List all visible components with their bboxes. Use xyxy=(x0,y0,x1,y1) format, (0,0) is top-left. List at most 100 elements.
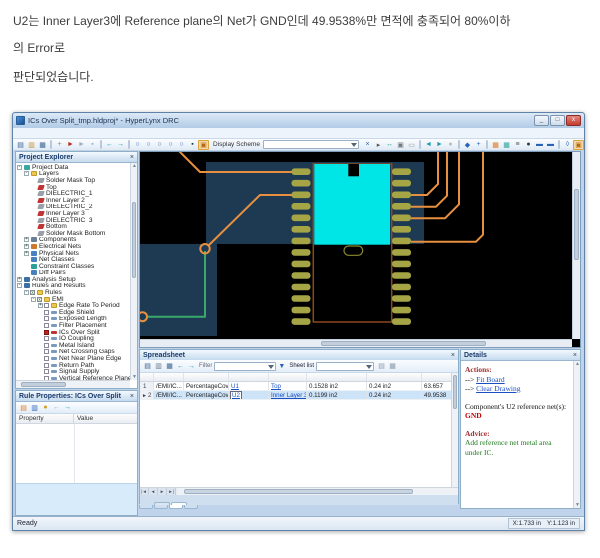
grid-horizontal-scrollbar[interactable] xyxy=(178,488,458,495)
tree-item[interactable]: Inner Layer 3 xyxy=(16,210,130,217)
tree-item[interactable]: Analysis Setup xyxy=(16,276,130,283)
tree-item[interactable]: Metal Island xyxy=(16,342,130,349)
tree-item[interactable]: Rules xyxy=(16,289,130,296)
grid-column-header[interactable] xyxy=(422,373,453,381)
export-icon[interactable]: ▤ xyxy=(142,361,153,371)
grid-column-header[interactable] xyxy=(184,373,229,381)
rp-icon-2[interactable]: ▥ xyxy=(29,403,40,413)
grid-column-header[interactable] xyxy=(269,373,307,381)
forward-icon[interactable]: → xyxy=(115,140,126,150)
display-scheme-combo[interactable] xyxy=(263,140,359,149)
view2-icon[interactable]: ▬ xyxy=(545,140,556,150)
pcb-layout-view[interactable] xyxy=(139,151,581,348)
tree-item[interactable]: Electrical Nets xyxy=(16,243,130,250)
nav-icon[interactable]: ◊ xyxy=(562,140,573,150)
toolbar-icon[interactable] xyxy=(458,140,460,149)
scroll-up-icon[interactable]: ▲ xyxy=(131,163,138,169)
zoom-in-icon[interactable]: ○ xyxy=(132,140,143,150)
rp-icon-1[interactable]: ▤ xyxy=(18,403,29,413)
close-icon[interactable]: × xyxy=(130,393,134,400)
tree-item[interactable]: IO Coupling xyxy=(16,335,130,342)
tree-item[interactable]: Net Crossing Gaps xyxy=(16,349,130,356)
add-icon[interactable]: + xyxy=(473,140,484,150)
expander-icon[interactable] xyxy=(17,277,22,282)
tree-item[interactable]: Net Near Plane Edge xyxy=(16,355,130,362)
tree-item[interactable]: Exposed Length xyxy=(16,316,130,323)
zoom-previous-icon[interactable]: ○ xyxy=(176,140,187,150)
rule-checkbox[interactable] xyxy=(44,336,49,341)
/EMI/IC...[interactable]: 1 /EMI/IC... PercentageCovera... U1 Top … xyxy=(140,382,458,391)
tree-item[interactable]: Edge Rate To Period xyxy=(16,302,130,309)
probe-right-icon[interactable]: ► xyxy=(434,140,445,150)
measure-icon[interactable]: ● xyxy=(445,140,456,150)
tree-item[interactable]: Solder Mask Bottom xyxy=(16,230,130,237)
tree-item[interactable]: Edge Shield xyxy=(16,309,130,316)
run-icon[interactable]: ► xyxy=(65,140,76,150)
rp-forward-icon[interactable]: → xyxy=(62,403,73,413)
probe-left-icon[interactable]: ◄ xyxy=(423,140,434,150)
tree-item[interactable]: DIELECTRIC_3 xyxy=(16,217,130,224)
rule-checkbox[interactable] xyxy=(44,356,49,361)
pcb-horizontal-scrollbar[interactable] xyxy=(140,339,572,347)
rule-checkbox[interactable] xyxy=(44,349,49,354)
pan-icon[interactable]: ↔ xyxy=(384,140,395,150)
new-file-icon[interactable]: ▤ xyxy=(15,140,26,150)
print-icon[interactable]: ▥ xyxy=(153,361,164,371)
expander-icon[interactable] xyxy=(17,165,22,170)
maximize-button[interactable]: □ xyxy=(550,115,565,126)
rule-checkbox[interactable] xyxy=(44,343,49,348)
back-icon[interactable]: ← xyxy=(104,140,115,150)
rp-back-icon[interactable]: ← xyxy=(51,403,62,413)
layer-link[interactable]: Inner Layer 3 xyxy=(271,392,307,399)
tree-horizontal-scrollbar[interactable] xyxy=(16,380,130,388)
first-sheet-button[interactable]: |◄ xyxy=(140,488,149,495)
tree-item[interactable]: Return Path xyxy=(16,362,130,369)
layer-link[interactable]: Top xyxy=(271,383,281,390)
toolbar-icon[interactable] xyxy=(558,140,560,149)
close-icon[interactable]: × xyxy=(451,352,455,359)
pcb-vertical-scrollbar[interactable] xyxy=(572,152,580,339)
fit-view-icon[interactable]: × xyxy=(362,140,373,150)
tree-item[interactable]: Constraint Classes xyxy=(16,263,130,270)
rule-checkbox[interactable] xyxy=(44,323,49,328)
expander-icon[interactable] xyxy=(24,244,29,249)
grid-column-header[interactable] xyxy=(307,373,367,381)
tool-icon[interactable]: + xyxy=(54,140,65,150)
back-icon[interactable]: ← xyxy=(175,361,186,371)
grid-column-header[interactable] xyxy=(367,373,422,381)
rp-icon-3[interactable]: ● xyxy=(40,403,51,413)
expander-icon[interactable] xyxy=(24,251,29,256)
select-icon[interactable]: ▸ xyxy=(373,140,384,150)
toolbar-icon[interactable] xyxy=(50,140,52,149)
grid-column-header[interactable] xyxy=(140,373,154,381)
tree-vertical-scrollbar[interactable]: ▲ ▼ xyxy=(130,163,137,380)
stop-icon[interactable]: ▪ xyxy=(87,140,98,150)
details-vertical-scrollbar[interactable]: ▲ ▼ xyxy=(573,361,580,508)
next-sheet-button[interactable]: ► xyxy=(158,488,167,495)
grid-column-header[interactable] xyxy=(229,373,269,381)
tree-item[interactable]: Rules and Results xyxy=(16,283,130,290)
report-icon[interactable]: ≡ xyxy=(512,140,523,150)
tree-item[interactable]: DIELECTRIC_1 xyxy=(16,190,130,197)
highlight-toggle-icon[interactable]: ▣ xyxy=(198,140,209,150)
ic-link[interactable]: U1 xyxy=(231,383,239,390)
expander-icon[interactable] xyxy=(17,283,22,288)
zoom-fit-icon[interactable]: ○ xyxy=(165,140,176,150)
drc-teal-icon[interactable]: ▦ xyxy=(501,140,512,150)
filter-combo[interactable] xyxy=(214,362,276,371)
grid-vertical-scrollbar[interactable] xyxy=(451,373,458,487)
rule-checkbox[interactable] xyxy=(44,310,49,315)
tree-item[interactable]: Diff Pairs xyxy=(16,270,130,277)
zoom-window-icon[interactable]: ○ xyxy=(154,140,165,150)
/EMI/IC...[interactable]: ►2 /EMI/IC... PercentageCovera... U2 Inn… xyxy=(140,391,458,400)
rule-checkbox[interactable] xyxy=(44,303,49,308)
tree-item[interactable]: ICs Over Split xyxy=(16,329,130,336)
dock-tab[interactable] xyxy=(184,505,198,509)
tree-item[interactable]: Physical Nets xyxy=(16,250,130,257)
forward-icon[interactable]: → xyxy=(186,361,197,371)
drc-grid-icon[interactable]: ▦ xyxy=(490,140,501,150)
grid-column-header[interactable] xyxy=(154,373,184,381)
pcb-canvas[interactable] xyxy=(140,152,573,340)
tree-item[interactable]: Net Classes xyxy=(16,256,130,263)
prev-sheet-button[interactable]: ◄ xyxy=(149,488,158,495)
